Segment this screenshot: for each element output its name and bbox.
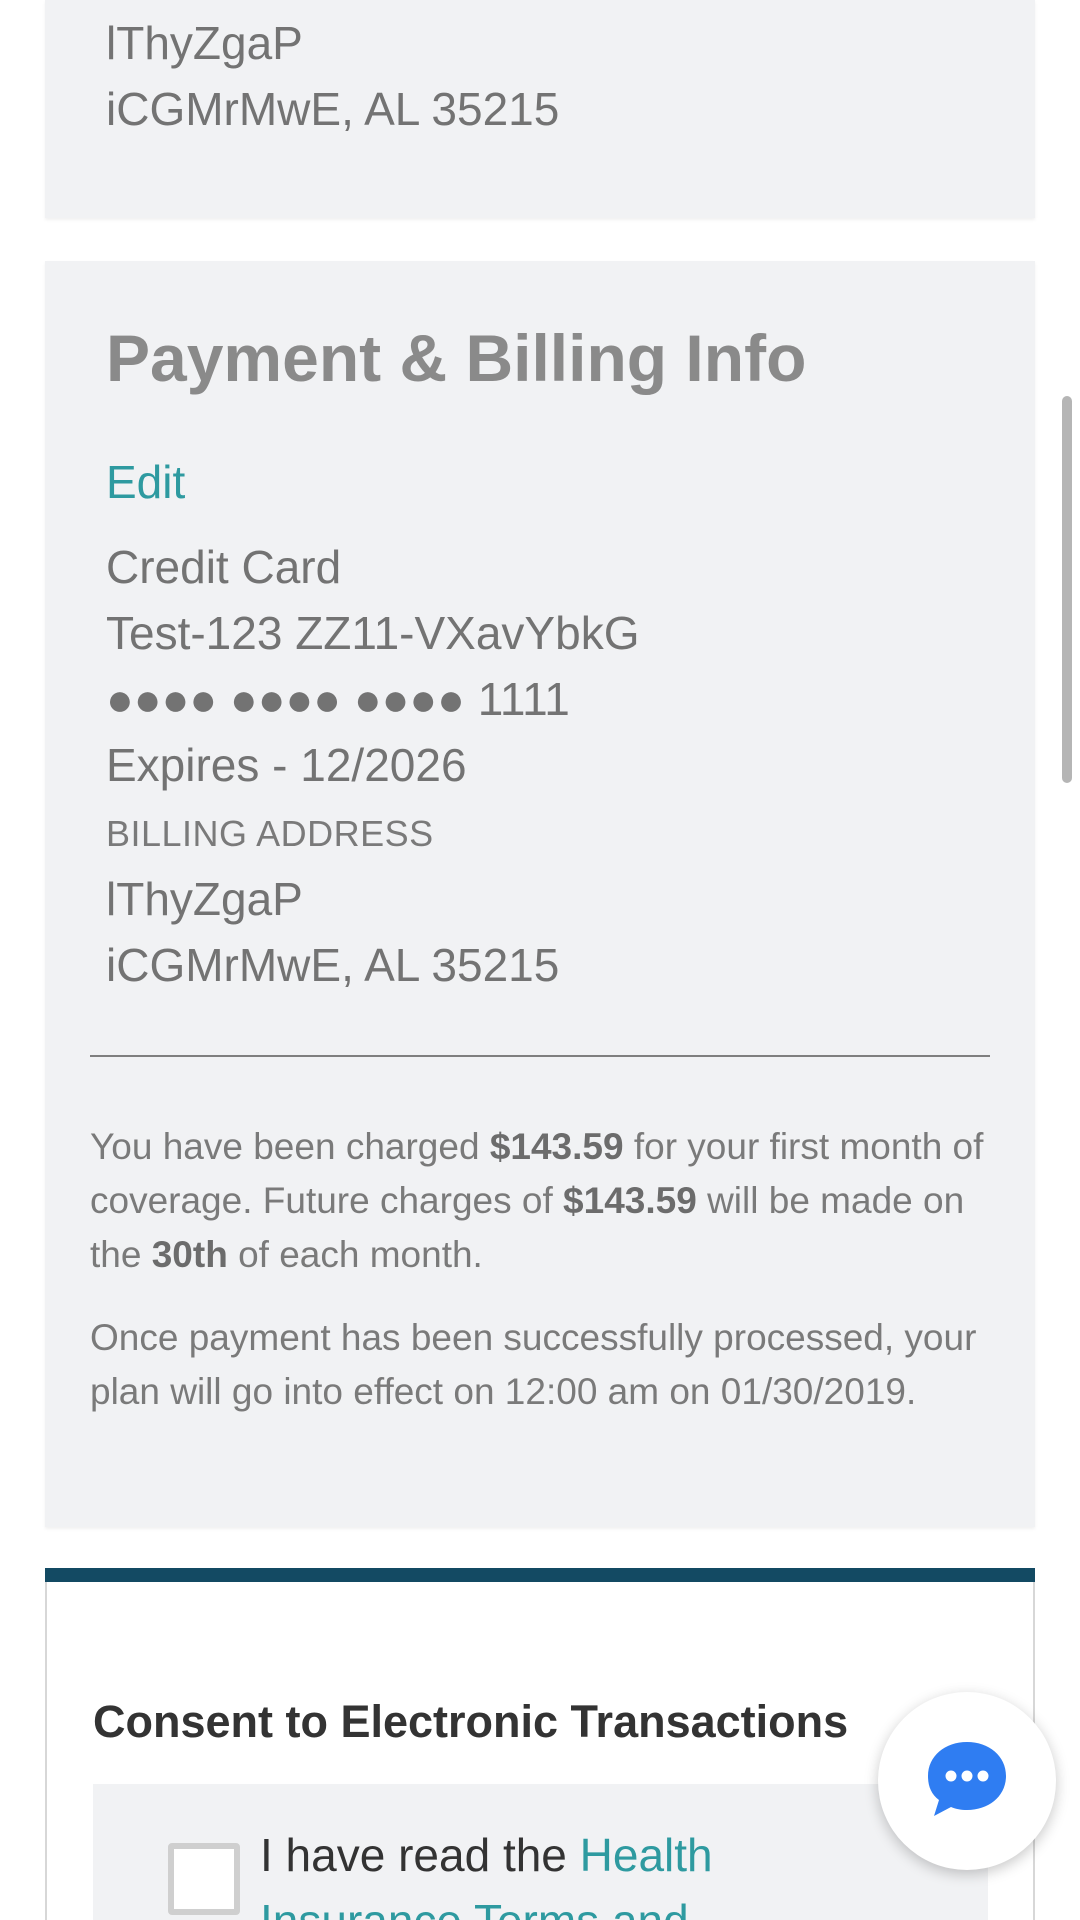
charges-text: of each month. [227, 1234, 483, 1275]
chat-button[interactable] [878, 1692, 1056, 1870]
payment-method: Credit Card [106, 541, 342, 593]
consent-label: I have read the Health Insurance Terms a… [260, 1822, 880, 1920]
consent-label-text: I have read the [260, 1829, 580, 1881]
first-charge-amount: $143.59 [489, 1126, 624, 1167]
consent-checkbox[interactable] [168, 1843, 240, 1915]
billing-address-heading: BILLING ADDRESS [106, 813, 434, 854]
card-name: Test-123 ZZ11-VXavYbkG [106, 607, 640, 659]
consent-title: Consent to Electronic Transactions [93, 1696, 849, 1747]
chat-bubble-icon [928, 1742, 1006, 1816]
charges-summary: You have been charged $143.59 for your f… [90, 1120, 995, 1282]
address-line-1: lThyZgaP [106, 17, 303, 69]
billing-address-line-1: lThyZgaP [106, 873, 303, 925]
card-expiry: Expires - 12/2026 [106, 739, 467, 791]
divider [90, 1055, 990, 1057]
consent-card-header-bar [45, 1568, 1035, 1582]
scrollbar-thumb[interactable] [1062, 396, 1072, 783]
plan-effective-note: Once payment has been successfully proce… [90, 1317, 977, 1412]
edit-payment-link[interactable]: Edit [106, 452, 185, 512]
charges-text: You have been charged [90, 1126, 490, 1167]
future-charge-amount: $143.59 [563, 1180, 697, 1221]
section-title: Payment & Billing Info [106, 321, 807, 395]
billing-address-line-2: iCGMrMwE, AL 35215 [106, 939, 560, 991]
card-number: ●●●● ●●●● ●●●● 1111 [106, 673, 570, 725]
charge-day: 30th [151, 1234, 228, 1275]
page: lThyZgaP iCGMrMwE, AL 35215 Payment & Bi… [0, 0, 1080, 1920]
address-line-2: iCGMrMwE, AL 35215 [106, 83, 560, 135]
